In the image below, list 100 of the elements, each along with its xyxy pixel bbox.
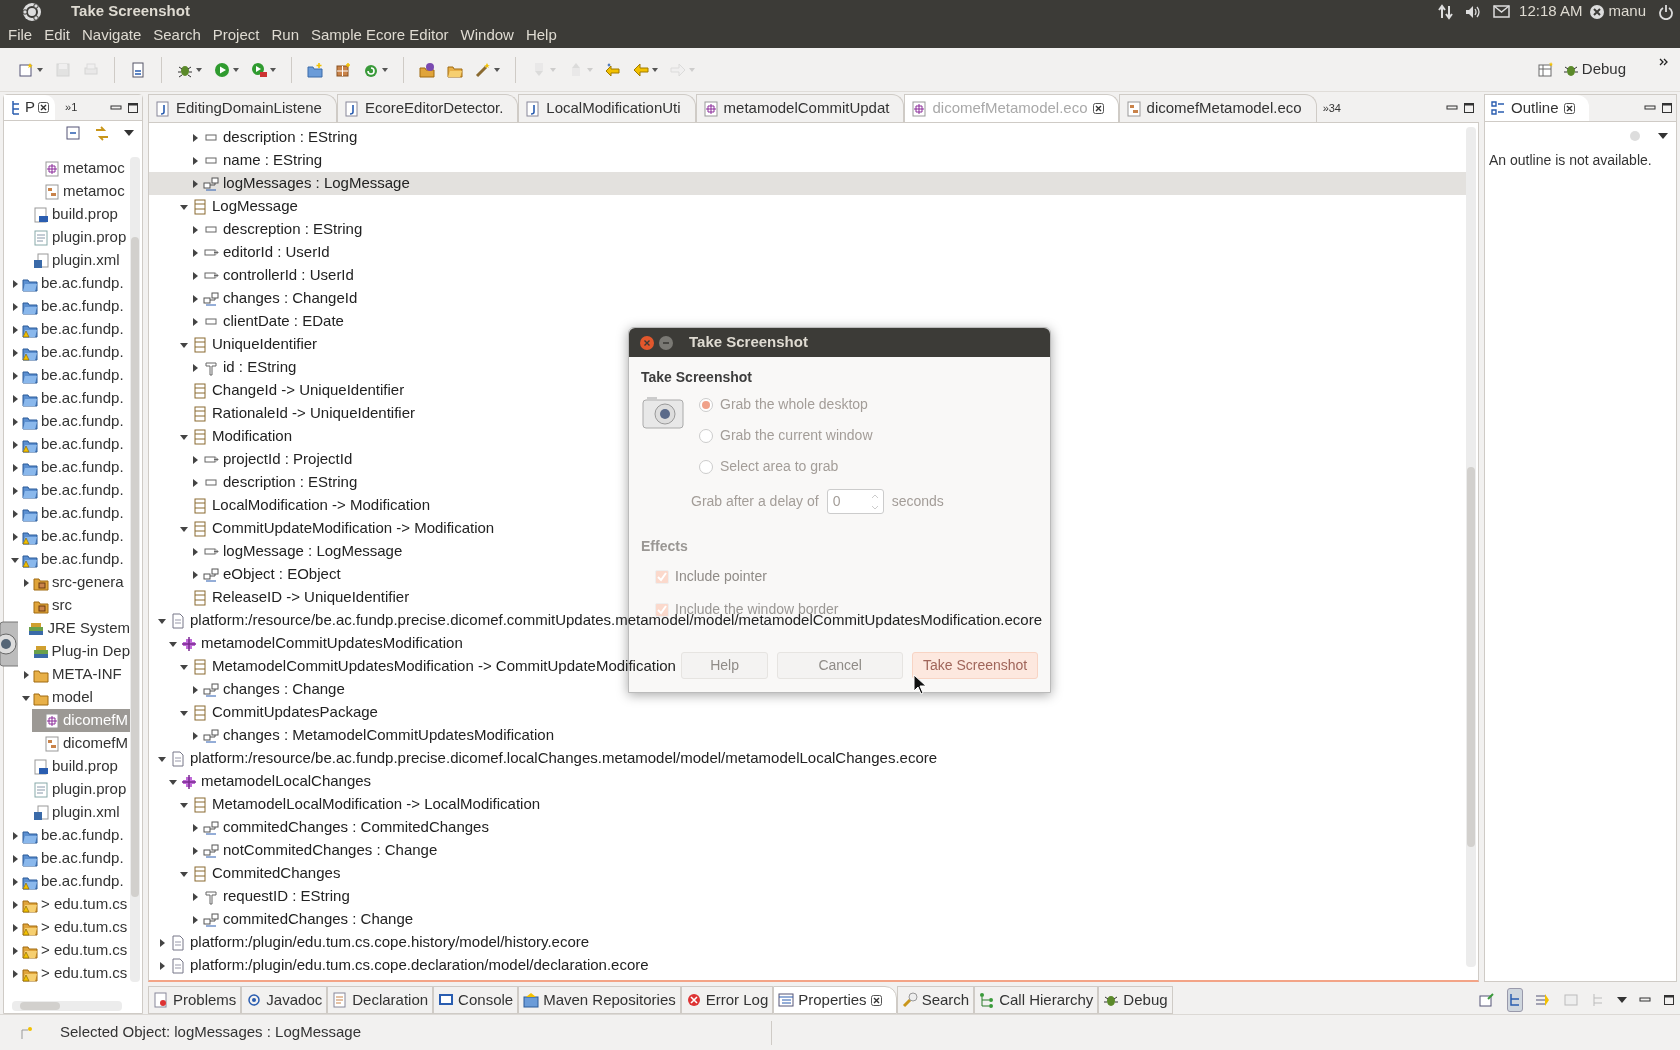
collapsed-arrow-icon[interactable] <box>190 914 200 925</box>
new-view-icon[interactable] <box>1479 992 1495 1008</box>
collapsed-arrow-icon[interactable] <box>190 684 200 695</box>
collapsed-arrow-icon[interactable] <box>21 577 31 588</box>
explorer-item[interactable]: metamoc <box>32 157 130 180</box>
collapsed-arrow-icon[interactable] <box>21 669 31 680</box>
menu-item[interactable]: Project <box>206 24 266 47</box>
scrollbar[interactable] <box>1466 127 1476 967</box>
debug-perspective-button[interactable]: Debug <box>1559 58 1629 81</box>
network-icon[interactable] <box>1438 3 1454 20</box>
tree-item[interactable]: MetamodelCommitUpdatesModification -> CommitUpdateModification <box>149 655 676 678</box>
explorer-item[interactable]: be.ac.fundp. <box>10 341 130 364</box>
run-tools-icon[interactable] <box>251 61 267 78</box>
view-tab[interactable]: Javadoc <box>241 986 328 1014</box>
view-tab[interactable]: Call Hierarchy <box>974 986 1099 1014</box>
collapsed-arrow-icon[interactable] <box>190 316 200 327</box>
caret-icon[interactable] <box>494 67 500 72</box>
tree-item[interactable]: commitedChanges : Change <box>149 908 414 931</box>
editor-tab[interactable]: LocalModificationUti <box>518 94 696 122</box>
back-star-icon[interactable] <box>605 61 621 78</box>
collapsed-arrow-icon[interactable] <box>190 270 200 281</box>
explorer-item[interactable]: be.ac.fundp. <box>10 364 130 387</box>
explorer-item[interactable]: plugin.xml <box>21 249 130 272</box>
caret-icon[interactable] <box>233 67 239 72</box>
scrollbar[interactable] <box>130 157 140 982</box>
view-tab[interactable]: Problems <box>148 986 242 1014</box>
collapsed-arrow-icon[interactable] <box>190 293 200 304</box>
collapsed-arrow-icon[interactable] <box>10 278 20 289</box>
explorer-item[interactable]: be.ac.fundp. <box>10 525 130 548</box>
view-tab[interactable]: Properties <box>773 986 897 1014</box>
collapsed-arrow-icon[interactable] <box>190 730 200 741</box>
explorer-item[interactable]: build.prop <box>21 755 130 778</box>
collapsed-arrow-icon[interactable] <box>157 937 167 948</box>
view-menu-icon[interactable] <box>1658 133 1668 139</box>
wand-icon[interactable] <box>475 61 491 78</box>
tree-item[interactable]: platform:/resource/be.ac.fundp.precise.dicomef.localChanges.metamodel/model/metamodelLocalChanges.ecore <box>149 747 938 770</box>
tree-item[interactable]: editorId : UserId <box>149 241 330 264</box>
explorer-item[interactable]: model <box>21 686 130 709</box>
explorer-item[interactable]: > edu.tum.cs <box>10 939 130 962</box>
tree-item[interactable]: controllerId : UserId <box>149 264 354 287</box>
collapsed-arrow-icon[interactable] <box>190 155 200 166</box>
explorer-item[interactable]: > edu.tum.cs <box>10 962 130 985</box>
explorer-item[interactable]: src <box>21 594 130 617</box>
minimize-icon[interactable] <box>658 334 674 351</box>
tree-item[interactable]: clientDate : EDate <box>149 310 344 333</box>
collapsed-arrow-icon[interactable] <box>190 845 200 856</box>
run-icon[interactable] <box>214 61 230 78</box>
dialog-button[interactable]: Take Screenshot <box>912 652 1038 679</box>
collapsed-arrow-icon[interactable] <box>190 454 200 465</box>
maximize-icon[interactable] <box>1663 994 1675 1006</box>
collapsed-arrow-icon[interactable] <box>190 477 200 488</box>
overflow-tabs[interactable]: »34 <box>1316 94 1341 122</box>
explorer-item[interactable]: be.ac.fundp. <box>10 272 130 295</box>
menu-item[interactable]: Navigate <box>76 24 148 47</box>
collapsed-arrow-icon[interactable] <box>10 301 20 312</box>
menu-item[interactable]: Window <box>454 24 520 47</box>
tree-item[interactable]: changes : Change <box>149 678 345 701</box>
camera-icon[interactable] <box>0 619 18 669</box>
tree-item[interactable]: RationaleId -> UniqueIdentifier <box>149 402 416 425</box>
status-icon[interactable] <box>1589 3 1606 20</box>
tree-item[interactable]: description : EString <box>149 126 358 149</box>
mail-icon[interactable] <box>1493 4 1511 19</box>
collapsed-arrow-icon[interactable] <box>10 393 20 404</box>
back-arrow-icon[interactable] <box>633 61 649 78</box>
explorer-item[interactable]: be.ac.fundp. <box>10 847 130 870</box>
view-tab[interactable]: Debug <box>1098 986 1173 1014</box>
view-tab[interactable]: Search <box>896 986 975 1014</box>
collapse-all-icon[interactable] <box>66 126 80 140</box>
explorer-item[interactable]: be.ac.fundp. <box>10 410 130 433</box>
tree-item[interactable]: platform:/plugin/edu.tum.cs.cope.history/model/history.ecore <box>149 931 590 954</box>
tree-item[interactable]: CommitUpdatesPackage <box>149 701 378 724</box>
view-tab[interactable]: Maven Repositories <box>518 986 681 1014</box>
maximize-icon[interactable] <box>1463 102 1475 114</box>
editor-tab[interactable]: dicomefMetamodel.eco <box>1118 94 1317 122</box>
tree-item[interactable]: UniqueIdentifier <box>149 333 318 356</box>
collapsed-arrow-icon[interactable] <box>190 569 200 580</box>
collapsed-arrow-icon[interactable] <box>190 362 200 373</box>
view-tab[interactable]: Console <box>433 986 519 1014</box>
tree-item[interactable]: ChangeId -> UniqueIdentifier <box>149 379 405 402</box>
explorer-item[interactable]: metamoc <box>32 180 130 203</box>
power-icon[interactable] <box>1658 3 1674 20</box>
caret-icon[interactable] <box>382 67 388 72</box>
collapsed-arrow-icon[interactable] <box>10 876 20 887</box>
chevron-icon[interactable] <box>1659 58 1668 66</box>
explorer-item[interactable]: be.ac.fundp. <box>10 433 130 456</box>
open-folder-icon[interactable] <box>419 61 435 78</box>
tree-item[interactable]: projectId : ProjectId <box>149 448 353 471</box>
tree-item[interactable]: commitedChanges : CommitedChanges <box>149 816 489 839</box>
explorer-item[interactable]: META-INF <box>21 663 130 686</box>
tree-item[interactable]: platform:/plugin/edu.tum.cs.cope.declaration/model/declaration.ecore <box>149 954 649 977</box>
collapsed-arrow-icon[interactable] <box>10 439 20 450</box>
tree-item[interactable]: notCommitedChanges : Change <box>149 839 438 862</box>
close-icon[interactable] <box>1092 103 1104 114</box>
collapsed-arrow-icon[interactable] <box>10 830 20 841</box>
explorer-item[interactable]: be.ac.fundp. <box>10 295 130 318</box>
collapsed-arrow-icon[interactable] <box>157 960 167 971</box>
explorer-item[interactable]: build.prop <box>21 203 130 226</box>
tree-item[interactable]: LocalModification -> Modification <box>149 494 431 517</box>
menu-item[interactable]: Edit <box>38 24 77 47</box>
collapsed-arrow-icon[interactable] <box>10 370 20 381</box>
